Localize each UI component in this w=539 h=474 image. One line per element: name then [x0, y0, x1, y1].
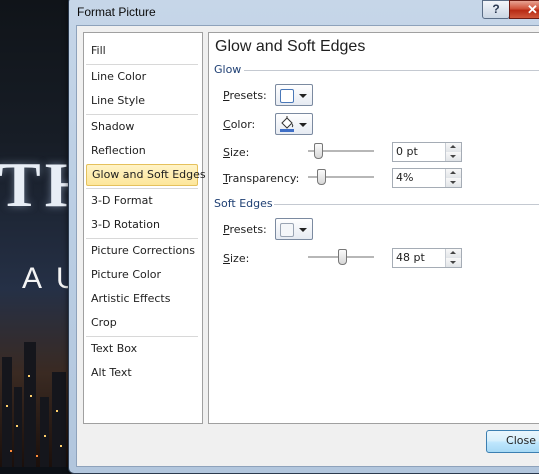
soft-edges-size-slider-thumb[interactable]: [338, 249, 347, 265]
glow-size-slider-thumb[interactable]: [314, 143, 323, 159]
nav-item-shadow[interactable]: Shadow: [86, 117, 198, 137]
spinner-buttons: [445, 249, 461, 267]
soft-edges-section-label: Soft Edges: [214, 197, 273, 210]
spinner-buttons: [445, 143, 461, 161]
settings-panel: Glow and Soft Edges Glow Presets: Color:: [208, 32, 539, 424]
dropdown-arrow-icon: [299, 228, 307, 232]
help-button[interactable]: ?: [482, 0, 510, 19]
nav-item-3d-rotation[interactable]: 3-D Rotation: [86, 215, 198, 235]
spin-down-button[interactable]: [446, 178, 461, 187]
paint-bucket-icon: [280, 116, 294, 132]
nav-item-picture-color[interactable]: Picture Color: [86, 265, 198, 285]
window-close-button[interactable]: ✕: [509, 0, 539, 19]
soft-edges-presets-label: Presets:: [223, 223, 267, 236]
dropdown-arrow-icon: [299, 123, 307, 127]
nav-divider: [86, 64, 198, 65]
panel-title: Glow and Soft Edges: [215, 38, 366, 55]
glow-color-dropdown[interactable]: [275, 113, 313, 135]
glow-transparency-label: Transparency:: [223, 172, 299, 185]
glow-presets-label: Presets:: [223, 89, 267, 102]
nav-item-text-box[interactable]: Text Box: [86, 339, 198, 359]
category-list: Fill Line Color Line Style Shadow Reflec…: [83, 32, 206, 424]
spin-down-button[interactable]: [446, 152, 461, 161]
glow-color-label-accesskey: C: [223, 118, 231, 131]
spinner-buttons: [445, 169, 461, 187]
nav-divider: [86, 336, 198, 337]
soft-edges-size-label-text: ize:: [229, 252, 250, 265]
soft-edges-size-label-accesskey: S: [223, 252, 230, 265]
glow-presets-dropdown[interactable]: [275, 84, 313, 106]
glow-size-label-text: ize:: [229, 146, 250, 159]
soft-edges-presets-label-text: resets:: [229, 223, 267, 236]
soft-edges-size-value[interactable]: 48 pt: [396, 249, 425, 267]
nav-item-3d-format[interactable]: 3-D Format: [86, 191, 198, 211]
glow-transparency-spinner[interactable]: 4%: [392, 168, 462, 188]
nav-item-crop[interactable]: Crop: [86, 313, 198, 333]
glow-presets-label-text: resets:: [229, 89, 267, 102]
nav-item-alt-text[interactable]: Alt Text: [86, 363, 198, 383]
nav-item-picture-corrections[interactable]: Picture Corrections: [86, 241, 198, 261]
nav-item-reflection[interactable]: Reflection: [86, 141, 198, 161]
soft-edges-section-rule: [274, 204, 539, 205]
dialog-title: Format Picture: [77, 5, 156, 19]
glow-preset-swatch-icon: [280, 89, 294, 103]
soft-edges-size-spinner[interactable]: 48 pt: [392, 248, 462, 268]
glow-color-label: Color:: [223, 118, 255, 131]
glow-size-label: Size:: [223, 146, 249, 159]
glow-transparency-value[interactable]: 4%: [396, 169, 413, 187]
glow-transparency-label-text: ransparency:: [228, 172, 300, 185]
spin-down-button[interactable]: [446, 258, 461, 267]
glow-section-label: Glow: [214, 63, 242, 76]
nav-item-line-color[interactable]: Line Color: [86, 67, 198, 87]
close-button[interactable]: Close: [486, 430, 539, 453]
glow-transparency-slider-thumb[interactable]: [317, 169, 326, 185]
glow-size-label-accesskey: S: [223, 146, 230, 159]
dialog-client-area: Fill Line Color Line Style Shadow Reflec…: [76, 25, 539, 467]
nav-divider: [86, 114, 198, 115]
nav-item-line-style[interactable]: Line Style: [86, 91, 198, 111]
dropdown-arrow-icon: [299, 94, 307, 98]
soft-edges-size-label: Size:: [223, 252, 249, 265]
soft-edges-presets-dropdown[interactable]: [275, 218, 313, 240]
format-picture-dialog: Format Picture ? ✕ Fill Line Color Line …: [68, 0, 539, 474]
glow-size-spinner[interactable]: 0 pt: [392, 142, 462, 162]
nav-item-glow-and-soft-edges[interactable]: Glow and Soft Edges: [86, 164, 206, 186]
nav-item-fill[interactable]: Fill: [86, 41, 198, 61]
nav-item-artistic-effects[interactable]: Artistic Effects: [86, 289, 198, 309]
glow-color-label-text: olor:: [230, 118, 256, 131]
soft-edges-preset-swatch-icon: [280, 223, 294, 237]
nav-divider: [86, 188, 198, 189]
nav-divider: [86, 238, 198, 239]
glow-size-value[interactable]: 0 pt: [396, 143, 418, 161]
glow-section-rule: [244, 70, 539, 71]
